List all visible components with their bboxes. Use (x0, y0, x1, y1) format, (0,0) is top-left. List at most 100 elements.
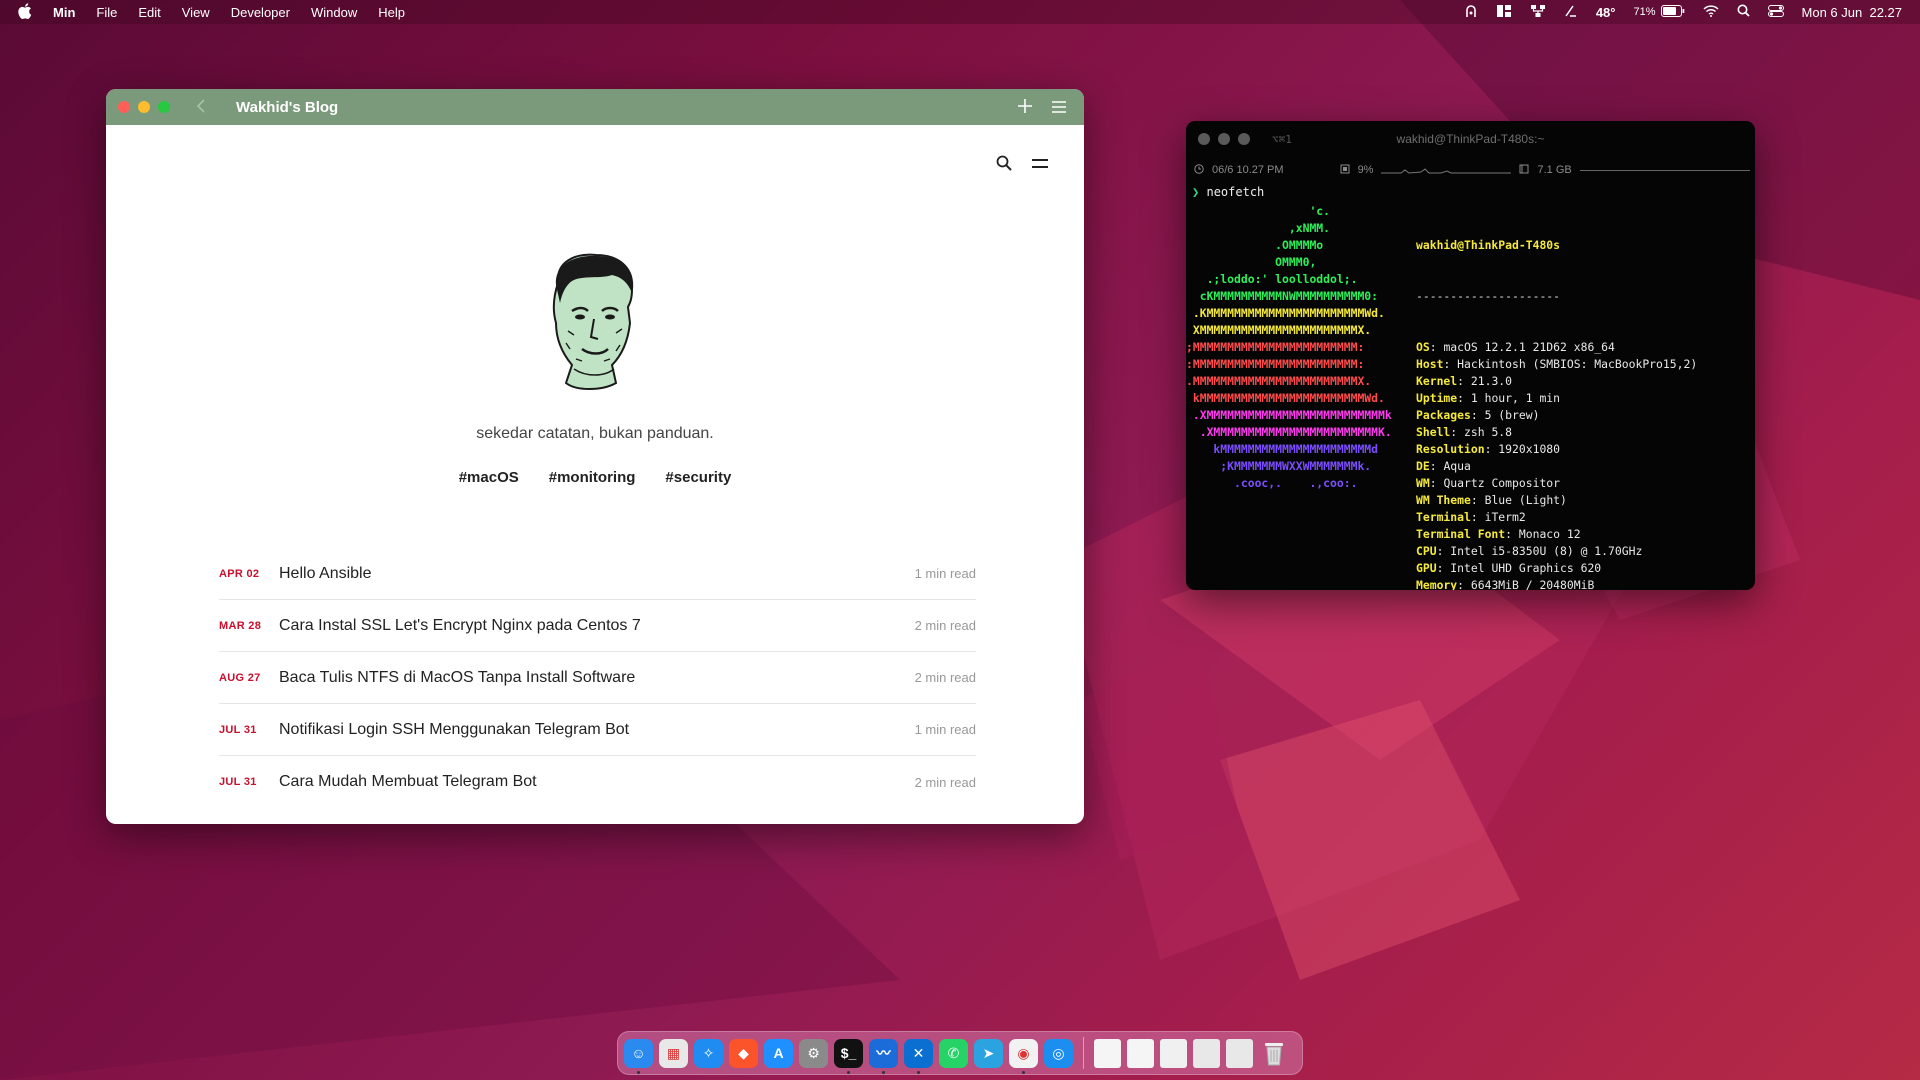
neofetch-field: Shell: zsh 5.8 (1416, 425, 1513, 439)
spotlight-search-icon[interactable] (1737, 4, 1750, 20)
browser-menu-icon[interactable] (1052, 96, 1066, 119)
neofetch-field-key: OS (1416, 340, 1430, 354)
post-title-link[interactable]: Notifikasi Login SSH Menggunakan Telegra… (279, 721, 915, 739)
cpu-sparkline (1381, 168, 1512, 174)
launchpad-icon[interactable]: ▦ (659, 1038, 688, 1068)
blog-menu-icon[interactable] (1032, 159, 1048, 173)
neofetch-field-value: 1920x1080 (1498, 442, 1561, 456)
brave-icon[interactable]: ◆ (729, 1038, 758, 1068)
neofetch-field: WM: Quartz Compositor (1416, 476, 1561, 490)
neofetch-logo-line: .XMMMMMMMMMMMMMMMMMMMMMMMMK. (1186, 425, 1392, 439)
new-tab-plus-icon[interactable] (1018, 96, 1032, 119)
menu-view[interactable]: View (182, 5, 210, 20)
neofetch-field-value: Quartz Compositor (1443, 476, 1561, 490)
neofetch-field: Terminal: iTerm2 (1416, 510, 1526, 524)
menu-edit[interactable]: Edit (138, 5, 160, 20)
blog-search-icon[interactable] (996, 155, 1012, 176)
menu-help[interactable]: Help (378, 5, 405, 20)
finder-icon[interactable]: ☺ (624, 1038, 653, 1074)
neofetch-field-key: WM Theme (1416, 493, 1471, 507)
menu-developer[interactable]: Developer (231, 5, 290, 20)
neofetch-field-key: Uptime (1416, 391, 1458, 405)
neofetch-logo-line: .cooc,. .,coo:. (1186, 476, 1358, 490)
minimize-window-button[interactable] (138, 101, 150, 113)
script-editor-icon[interactable] (1564, 4, 1578, 21)
app-store-icon[interactable]: A (764, 1038, 793, 1068)
tag-link[interactable]: #macOS (459, 469, 519, 486)
battery-status[interactable]: 71% (1634, 4, 1685, 20)
screenshot-thumbnail-icon[interactable] (1226, 1038, 1253, 1068)
chrome-icon[interactable]: ◉ (1009, 1038, 1038, 1074)
zoom-window-button[interactable] (158, 101, 170, 113)
neofetch-field: DE: Aqua (1416, 459, 1471, 473)
neofetch-field-value: Intel i5-8350U (8) @ 1.70GHz (1450, 544, 1643, 558)
terminal-title: wakhid@ThinkPad-T480s:~ (1396, 132, 1545, 146)
screenshot-thumbnail-icon[interactable] (1193, 1038, 1220, 1068)
wifi-icon[interactable] (1703, 4, 1719, 20)
neofetch-field-value: 1 hour, 1 min (1470, 391, 1561, 405)
tag-link[interactable]: #monitoring (549, 469, 636, 486)
neofetch-field: WM Theme: Blue (Light) (1416, 493, 1567, 507)
terminal-window[interactable]: ⌥⌘1 wakhid@ThinkPad-T480s:~ 06/6 10.27 P… (1186, 121, 1755, 590)
control-center-icon[interactable] (1767, 4, 1784, 20)
min-browser-icon[interactable]: ◎ (1044, 1038, 1073, 1068)
tag-link[interactable]: #security (665, 469, 731, 486)
blog-page: sekedar catatan, bukan panduan. #macOS #… (106, 125, 1084, 824)
network-share-icon[interactable] (1530, 4, 1546, 21)
neofetch-logo-line: cKMMMMMMMMMMNWMMMMMMMMMM0: (1186, 289, 1379, 303)
browser-tab-title[interactable]: Wakhid's Blog (236, 99, 338, 116)
vscode-icon[interactable]: ✕ (904, 1038, 933, 1074)
browser-window: Wakhid's Blog sekedar catatan, bukan pan… (106, 89, 1084, 824)
window-tiling-icon[interactable] (1496, 4, 1512, 21)
document-thumbnail-icon[interactable] (1094, 1038, 1121, 1068)
post-title-link[interactable]: Cara Instal SSL Let's Encrypt Nginx pada… (279, 617, 915, 635)
neofetch-output: 'c. ,xNMM. .OMMMMo OMMM0, .;loddo:' lool… (1186, 203, 1755, 590)
menu-file[interactable]: File (96, 5, 117, 20)
apple-menu-icon[interactable] (18, 2, 32, 22)
whatsapp-icon[interactable]: ✆ (939, 1038, 968, 1068)
neofetch-field-value: Aqua (1443, 459, 1471, 473)
neofetch-logo-line: .;loddo:' loolloddol;. (1186, 272, 1358, 286)
menubar-clock[interactable]: Mon 6 Jun 22.27 (1802, 5, 1902, 20)
neofetch-field-key: Terminal (1416, 510, 1471, 524)
temperature-label[interactable]: 48° (1596, 5, 1616, 20)
neofetch-field-value: Monaco 12 (1518, 527, 1581, 541)
menu-window[interactable]: Window (311, 5, 357, 20)
post-read-time: 1 min read (914, 722, 976, 737)
post-row[interactable]: JUL 31 Notifikasi Login SSH Menggunakan … (219, 704, 976, 756)
back-arrow-icon[interactable] (196, 97, 210, 118)
post-title-link[interactable]: Cara Mudah Membuat Telegram Bot (279, 773, 915, 791)
cpu-icon (1340, 164, 1350, 177)
status-memory: 7.1 GB (1537, 164, 1572, 176)
safari-icon[interactable]: ✧ (694, 1038, 723, 1068)
prompt-arrow-icon: ❯ (1192, 185, 1200, 199)
neofetch-field-key: Terminal Font (1416, 527, 1506, 541)
document-thumbnail-icon[interactable] (1160, 1038, 1187, 1068)
post-row[interactable]: MAR 28 Cara Instal SSL Let's Encrypt Ngi… (219, 600, 976, 652)
neofetch-user-host: wakhid@ThinkPad-T480s (1416, 238, 1561, 252)
post-row[interactable]: APR 02 Hello Ansible 1 min read (219, 548, 976, 600)
post-row[interactable]: JUL 31 Cara Mudah Membuat Telegram Bot 2… (219, 756, 976, 808)
post-date: AUG 27 (219, 671, 261, 684)
post-title-link[interactable]: Hello Ansible (279, 565, 915, 583)
post-date: MAR 28 (219, 619, 262, 632)
neofetch-field-key: Packages (1416, 408, 1471, 422)
neofetch-field: Terminal Font: Monaco 12 (1416, 527, 1581, 541)
post-row[interactable]: AUG 27 Baca Tulis NTFS di MacOS Tanpa In… (219, 652, 976, 704)
neofetch-field-value: iTerm2 (1484, 510, 1526, 524)
telegram-icon[interactable]: ➤ (974, 1038, 1003, 1068)
neofetch-field-key: DE (1416, 459, 1430, 473)
neofetch-field-value: zsh 5.8 (1464, 425, 1513, 439)
close-window-button[interactable] (118, 101, 130, 113)
menu-app-name[interactable]: Min (53, 5, 75, 20)
system-preferences-icon[interactable]: ⚙ (799, 1038, 828, 1068)
iterm-icon[interactable]: $_ (834, 1038, 863, 1074)
trash-icon[interactable] (1259, 1039, 1288, 1068)
vpn-status-icon[interactable] (1464, 4, 1478, 21)
post-title-link[interactable]: Baca Tulis NTFS di MacOS Tanpa Install S… (279, 669, 915, 687)
neofetch-logo-line: .KMMMMMMMMMMMMMMMMMMMMMMMWd. (1186, 306, 1385, 320)
activity-monitor-icon[interactable]: 〰 (869, 1038, 898, 1074)
neofetch-logo-line: ,xNMM. (1186, 221, 1331, 235)
document-thumbnail-icon[interactable] (1127, 1038, 1154, 1068)
post-read-time: 2 min read (914, 670, 976, 685)
